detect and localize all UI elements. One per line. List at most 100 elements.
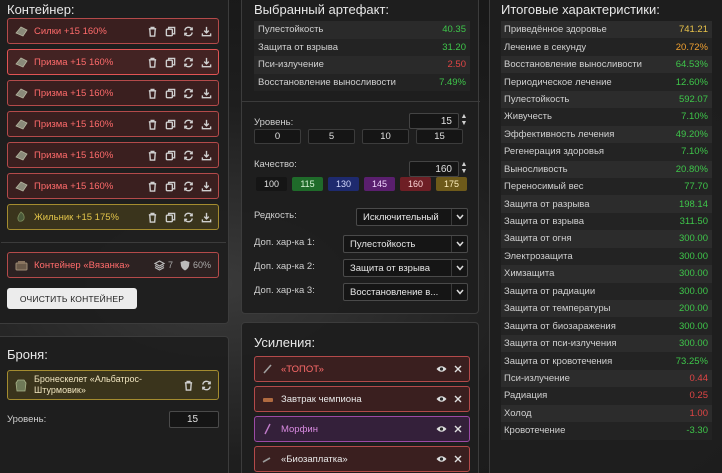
upgrade-item[interactable]: Завтрак чемпиона [254, 386, 470, 412]
total-row: Пулестойкость 592.07 [501, 90, 712, 109]
eye-icon[interactable] [436, 365, 447, 373]
total-row: Кровотечение -3.30 [501, 422, 712, 440]
download-icon[interactable] [200, 211, 212, 223]
copy-icon[interactable] [164, 56, 176, 68]
download-icon[interactable] [200, 180, 212, 192]
quality-label: Качество: [254, 159, 297, 170]
quality-preset-button[interactable]: 100 [256, 177, 287, 191]
armor-item[interactable]: Бронескелет «Альбатрос-Штурмовик» [7, 370, 219, 400]
extra-stat-select[interactable]: Пулестойкость [343, 235, 468, 253]
stat-value: 40.35 [442, 24, 466, 36]
copy-icon[interactable] [164, 87, 176, 99]
container-item[interactable]: Жильник +15 175% [7, 204, 219, 230]
level-stepper[interactable]: ▲ ▼ [460, 113, 468, 129]
eye-icon[interactable] [436, 455, 447, 463]
extra-stat-select[interactable]: Защита от взрыва [343, 259, 468, 277]
quality-stepper[interactable]: ▲ ▼ [460, 161, 468, 177]
rarity-select[interactable]: Исключительный [356, 208, 468, 226]
trash-icon[interactable] [182, 379, 194, 391]
armor-icon [14, 378, 28, 392]
swap-icon[interactable] [182, 87, 194, 99]
swap-icon[interactable] [182, 118, 194, 130]
download-icon[interactable] [200, 56, 212, 68]
quality-preset-button[interactable]: 175 [436, 177, 467, 191]
armor-level-input[interactable] [169, 411, 219, 428]
item-actions [146, 87, 218, 99]
container-item[interactable]: Призма +15 160% [7, 111, 219, 137]
item-actions [146, 180, 218, 192]
clear-container-button[interactable]: ОЧИСТИТЬ КОНТЕЙНЕР [7, 288, 137, 309]
eye-icon[interactable] [436, 395, 447, 403]
trash-icon[interactable] [146, 56, 158, 68]
armor-panel: Броня: Бронескелет «Альбатрос-Штурмовик»… [0, 336, 229, 473]
trash-icon[interactable] [146, 87, 158, 99]
copy-icon[interactable] [164, 118, 176, 130]
container-protection-value: 60% [192, 260, 211, 270]
copy-icon[interactable] [164, 211, 176, 223]
container-item[interactable]: Призма +15 160% [7, 142, 219, 168]
trash-icon[interactable] [146, 180, 158, 192]
total-label: Переносимый вес [504, 181, 584, 193]
total-label: Кровотечение [504, 425, 566, 437]
eye-icon[interactable] [436, 425, 447, 433]
extra-stat-select[interactable]: Восстановление в... [343, 283, 468, 301]
close-icon[interactable] [454, 395, 462, 403]
download-icon[interactable] [200, 25, 212, 37]
artifact-icon [14, 210, 28, 224]
swap-icon[interactable] [182, 149, 194, 161]
total-label: Химзащита [504, 268, 555, 280]
total-row: Выносливость 20.80% [501, 160, 712, 178]
container-item[interactable]: Силки +15 160% [7, 18, 219, 44]
total-row: Защита от кровотечения 73.25% [501, 352, 712, 370]
quality-preset-button[interactable]: 160 [400, 177, 431, 191]
level-preset-button[interactable]: 0 [254, 129, 301, 144]
total-row: Защита от взрыва 311.50 [501, 212, 712, 231]
container-box[interactable]: Контейнер «Вязанка» 7 60% [7, 252, 219, 278]
quality-preset-button[interactable]: 130 [328, 177, 359, 191]
container-item[interactable]: Призма +15 160% [7, 49, 219, 75]
download-icon[interactable] [200, 149, 212, 161]
total-label: Защита от биозаражения [504, 320, 616, 332]
total-value: 300.00 [678, 268, 708, 280]
level-preset-button[interactable]: 10 [362, 129, 409, 144]
swap-icon[interactable] [200, 379, 212, 391]
container-item[interactable]: Призма +15 160% [7, 173, 219, 199]
level-preset-button[interactable]: 15 [416, 129, 463, 144]
quality-input[interactable] [409, 161, 459, 177]
container-item[interactable]: Призма +15 160% [7, 80, 219, 106]
artifact-stats: Пулестойкость 40.35 Защита от взрыва 31.20 П… [254, 21, 470, 91]
upgrade-item[interactable]: «Биозаплатка» [254, 446, 470, 472]
close-icon[interactable] [454, 455, 462, 463]
extra-stat-label: Доп. хар-ка 2: [254, 261, 315, 272]
close-icon[interactable] [454, 365, 462, 373]
swap-icon[interactable] [182, 180, 194, 192]
upgrade-item[interactable]: «ТОПОТ» [254, 356, 470, 382]
shield-icon [180, 260, 190, 271]
artifact-level-input[interactable] [409, 113, 459, 129]
copy-icon[interactable] [164, 149, 176, 161]
stat-value: 7.49% [439, 76, 466, 88]
trash-icon[interactable] [146, 149, 158, 161]
level-preset-button[interactable]: 5 [308, 129, 355, 144]
total-value: 592.07 [678, 93, 708, 105]
swap-icon[interactable] [182, 56, 194, 68]
quality-preset-button[interactable]: 145 [364, 177, 395, 191]
item-actions [146, 25, 218, 37]
download-icon[interactable] [200, 87, 212, 99]
trash-icon[interactable] [146, 118, 158, 130]
total-value: 741.21 [678, 24, 708, 36]
swap-icon[interactable] [182, 211, 194, 223]
total-row: Защита от биозаражения 300.00 [501, 317, 712, 335]
upgrade-item[interactable]: Морфин [254, 416, 470, 442]
download-icon[interactable] [200, 118, 212, 130]
quality-preset-button[interactable]: 115 [292, 177, 323, 191]
trash-icon[interactable] [146, 25, 158, 37]
item-actions [146, 211, 218, 223]
copy-icon[interactable] [164, 25, 176, 37]
trash-icon[interactable] [146, 211, 158, 223]
copy-icon[interactable] [164, 180, 176, 192]
swap-icon[interactable] [182, 25, 194, 37]
total-value: 7.10% [681, 146, 708, 158]
close-icon[interactable] [454, 425, 462, 433]
total-value: 20.72% [675, 41, 708, 53]
